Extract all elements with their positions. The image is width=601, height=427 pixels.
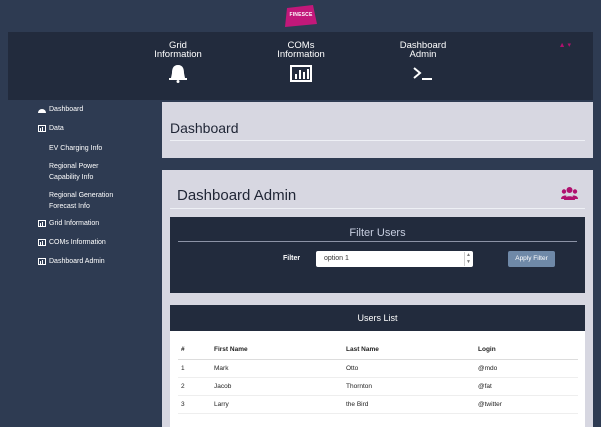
bar-chart-icon — [290, 65, 312, 82]
sidebar-item-coms-information[interactable]: COMs Information — [38, 239, 106, 246]
sidebar-item-label: Grid Information — [49, 220, 100, 227]
column-header: First Name — [214, 341, 346, 360]
filter-select[interactable]: option 1 ▲ ▼ — [316, 251, 473, 267]
sidebar-item-regional-power[interactable]: Regional Power Capability Info — [49, 161, 124, 183]
page-title: Dashboard — [170, 120, 239, 136]
column-header: Last Name — [346, 341, 478, 360]
sidebar-item-label: Dashboard Admin — [49, 258, 105, 265]
dashboard-icon — [38, 109, 46, 113]
divider — [170, 208, 585, 209]
nav-label-line2: Information — [277, 49, 325, 60]
spinner-down-icon[interactable]: ▼ — [465, 259, 472, 266]
sidebar-item-label: Dashboard — [49, 106, 84, 113]
nav-label-line2: Information — [154, 49, 202, 60]
users-list-title: Users List — [170, 305, 585, 331]
table-cell: 1 — [178, 359, 214, 378]
table-row: 1 Mark Otto @mdo — [178, 359, 578, 378]
nav-dashboard-admin[interactable]: Dashboard Admin — [378, 41, 468, 83]
chart-icon — [38, 258, 46, 265]
top-strip: FINESCE — [0, 0, 601, 32]
terminal-icon — [413, 67, 432, 80]
filter-select-value: option 1 — [324, 255, 349, 262]
sidebar-item-regional-generation[interactable]: Regional Generation Forecast Info — [49, 190, 124, 212]
chart-icon — [38, 125, 46, 132]
apply-filter-button[interactable]: Apply Filter — [508, 251, 555, 267]
sidebar-item-ev-charging[interactable]: EV Charging Info — [49, 143, 102, 154]
sidebar-item-dashboard-admin[interactable]: Dashboard Admin — [38, 258, 105, 265]
corner-badge[interactable]: ▲ ▾ — [559, 41, 571, 49]
finesce-logo[interactable]: FINESCE — [281, 2, 321, 29]
sidebar: Dashboard Data EV Charging Info Regional… — [8, 100, 162, 427]
table-cell: 2 — [178, 377, 214, 396]
sidebar-item-label: COMs Information — [49, 239, 106, 246]
filter-spinner[interactable]: ▲ ▼ — [464, 252, 472, 266]
table-row: 3 Larry the Bird @twitter — [178, 395, 578, 414]
nav-grid-information[interactable]: Grid Information — [133, 41, 223, 83]
table-cell: 3 — [178, 395, 214, 414]
divider — [170, 140, 585, 141]
sidebar-item-dashboard[interactable]: Dashboard — [38, 106, 83, 113]
table-cell: Otto — [346, 359, 478, 378]
filter-users-box: Filter Users Filter option 1 ▲ ▼ Apply F… — [170, 217, 585, 293]
logo-text: FINESCE — [289, 12, 313, 18]
table-cell: @fat — [478, 377, 578, 396]
table-header-row: # First Name Last Name Login — [178, 341, 578, 360]
chart-icon — [38, 220, 46, 227]
main-content: Dashboard Dashboard Admin Filter Users F… — [162, 100, 593, 427]
sidebar-item-data[interactable]: Data — [38, 125, 64, 132]
chart-icon — [38, 239, 46, 246]
table-cell: Jacob — [214, 377, 346, 396]
sidebar-item-grid-information[interactable]: Grid Information — [38, 220, 99, 227]
users-table: # First Name Last Name Login 1 Mark Otto… — [178, 341, 578, 414]
header-nav: Grid Information COMs Information Dashbo… — [8, 32, 593, 100]
column-header: # — [178, 341, 214, 360]
spinner-up-icon[interactable]: ▲ — [465, 252, 472, 259]
admin-panel: Dashboard Admin Filter Users Filter opti… — [162, 170, 593, 427]
table-cell: Larry — [214, 395, 346, 414]
nav-label-line2: Admin — [409, 49, 437, 60]
filter-label: Filter — [283, 255, 301, 262]
nav-coms-information[interactable]: COMs Information — [256, 41, 346, 83]
users-icon — [561, 187, 578, 200]
page-header-panel: Dashboard — [162, 102, 593, 158]
table-row: 2 Jacob Thornton @fat — [178, 377, 578, 396]
sidebar-item-label: Data — [49, 125, 64, 132]
users-list-box: Users List # First Name Last Name Login … — [170, 305, 585, 427]
filter-title: Filter Users — [349, 227, 406, 239]
section-title: Dashboard Admin — [177, 187, 297, 204]
table-cell: @mdo — [478, 359, 578, 378]
column-header: Login — [478, 341, 578, 360]
table-cell: @twitter — [478, 395, 578, 414]
table-cell: Thornton — [346, 377, 478, 396]
table-cell: Mark — [214, 359, 346, 378]
table-cell: the Bird — [346, 395, 478, 414]
divider — [178, 241, 577, 242]
bell-icon — [169, 65, 187, 83]
